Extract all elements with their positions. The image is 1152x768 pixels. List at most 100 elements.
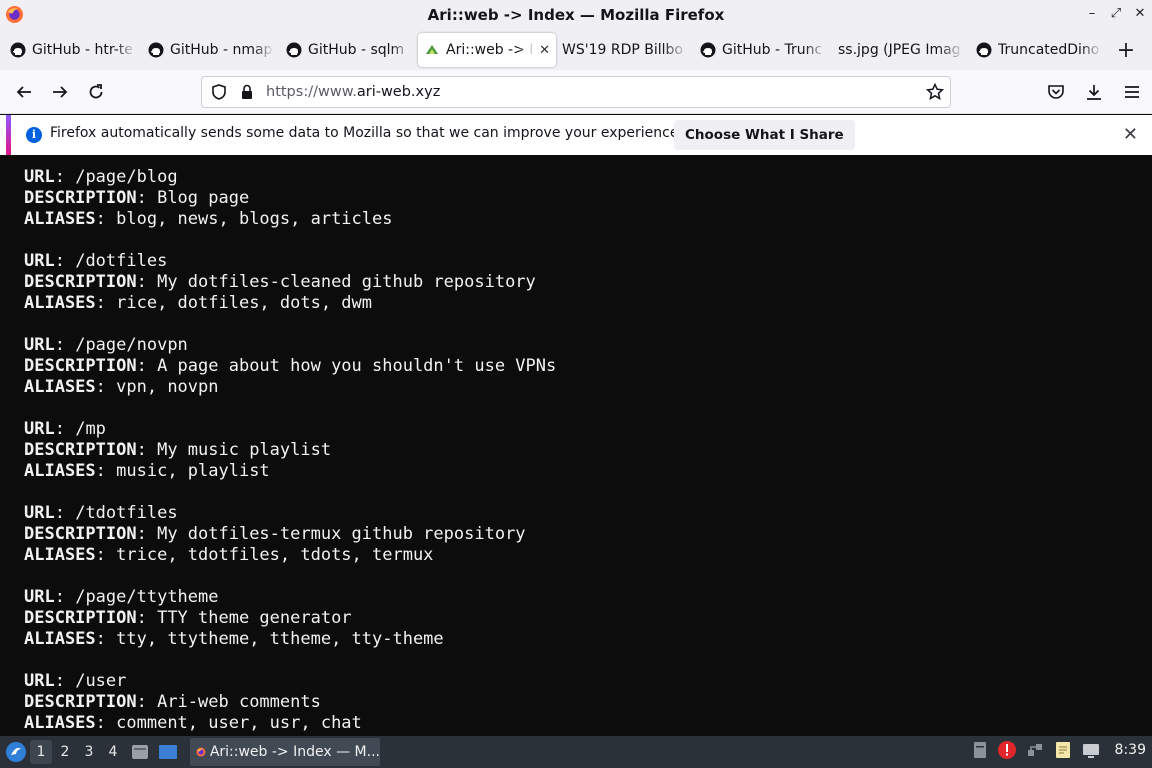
separator: : [95,293,117,313]
aliases-value: vpn, novpn [116,377,219,397]
workspace-2[interactable]: 2 [54,740,76,764]
reload-icon [89,83,103,98]
file-manager-launcher[interactable] [128,740,152,764]
minimize-button[interactable]: – [1086,6,1098,21]
reload-button[interactable] [78,76,114,108]
github-icon [286,42,302,58]
tab-label: GitHub - sqlm [308,42,405,58]
choose-what-i-share-button[interactable]: Choose What I Share [674,120,855,150]
maximize-button[interactable]: ⤢ [1110,6,1122,21]
separator: : [95,713,117,733]
separator: : [54,671,76,691]
aliases-value: music, playlist [116,461,270,481]
pocket-button[interactable] [1046,76,1066,108]
separator: : [95,629,117,649]
separator: : [54,335,76,355]
notes-icon[interactable] [1053,740,1073,760]
tracking-protection-shield-icon[interactable] [210,83,228,101]
lock-icon[interactable] [238,83,256,101]
separator: : [136,608,158,628]
tab-ss-jpg[interactable]: ss.jpg (JPEG Imag [832,33,970,67]
url-text[interactable]: https://www.ari-web.xyz [266,84,440,100]
hamburger-menu-icon [1125,86,1139,98]
separator: : [54,167,76,187]
bookmark-star-icon[interactable] [926,83,944,101]
route-entry: URL: /tdotfiles DESCRIPTION: My dotfiles-… [24,503,1152,566]
close-window-button[interactable]: ✕ [1134,6,1146,21]
description-value: A page about how you shouldn't use VPNs [157,356,557,376]
description-line: DESCRIPTION: My music playlist [24,440,1152,461]
workspace-4[interactable]: 4 [102,740,124,764]
aliases-value: trice, tdotfiles, tdots, termux [116,545,434,565]
system-tray: 8:39 [971,740,1152,760]
tab-github-sqlmap[interactable]: GitHub - sqlm [280,33,418,67]
info-icon: i [26,127,42,143]
url-label: URL [24,503,55,523]
github-icon [10,42,26,58]
url-line: URL: /tdotfiles [24,503,1152,524]
description-value: My dotfiles-termux github repository [157,524,526,544]
alert-icon[interactable] [997,740,1017,760]
url-line: URL: /page/ttytheme [24,587,1152,608]
route-entry: URL: /page/ttytheme DESCRIPTION: TTY them… [24,587,1152,650]
url-label: URL [24,419,55,439]
desktop-taskbar: 1 2 3 4 Ari::web -> Index — M... 8:39 [0,736,1152,768]
separator: : [54,251,76,271]
aliases-line: ALIASES: trice, tdotfiles, tdots, termux [24,545,1152,566]
tab-label: GitHub - Trunc [722,42,823,58]
app-menu-button[interactable] [1122,76,1142,108]
tab-ws19-rdp[interactable]: WS'19 RDP Billbo [556,33,694,67]
close-notification-icon[interactable]: ✕ [1123,124,1138,145]
description-line: DESCRIPTION: A page about how you should… [24,356,1152,377]
tab-github-nmap[interactable]: GitHub - nmap [142,33,280,67]
tab-truncated-dino[interactable]: TruncatedDino [970,33,1108,67]
display-icon[interactable] [1081,740,1101,760]
aliases-value: blog, news, blogs, articles [116,209,393,229]
separator: : [136,272,158,292]
window-titlebar: Ari::web -> Index — Mozilla Firefox – ⤢ … [0,0,1152,30]
route-entry: URL: /page/novpn DESCRIPTION: A page abou… [24,335,1152,398]
show-desktop-launcher[interactable] [156,740,180,764]
url-host: ari-web.xyz [356,84,441,100]
tab-github-trunc[interactable]: GitHub - Trunc [694,33,832,67]
tab-label: TruncatedDino [998,42,1100,58]
aliases-value: comment, user, usr, chat [116,713,362,733]
back-button[interactable] [6,76,42,108]
description-label: DESCRIPTION [24,356,137,376]
tab-ari-web[interactable]: Ari::web -> I ✕ [418,33,556,67]
separator: : [136,524,158,544]
close-tab-icon[interactable]: ✕ [539,43,550,58]
url-value: /user [75,671,127,691]
description-label: DESCRIPTION [24,692,137,712]
github-icon [700,42,716,58]
taskbar-firefox-window[interactable]: Ari::web -> Index — M... [190,738,380,766]
start-menu-icon[interactable] [4,740,28,764]
description-line: DESCRIPTION: My dotfiles-cleaned github … [24,272,1152,293]
route-entry: URL: /page/blog DESCRIPTION: Blog page ALI… [24,167,1152,230]
network-icon[interactable] [1025,740,1045,760]
tab-bar: GitHub - htr-te GitHub - nmap GitHub - s… [0,30,1152,70]
aliases-label: ALIASES [24,629,96,649]
description-line: DESCRIPTION: Blog page [24,188,1152,209]
workspace-1[interactable]: 1 [30,740,52,764]
url-line: URL: /mp [24,419,1152,440]
separator: : [54,587,76,607]
forward-button[interactable] [42,76,78,108]
url-line: URL: /user [24,671,1152,692]
url-bar[interactable]: https://www.ari-web.xyz [201,76,951,108]
aliases-value: rice, dotfiles, dots, dwm [116,293,373,313]
aliases-line: ALIASES: comment, user, usr, chat [24,713,1152,734]
tab-github-htr[interactable]: GitHub - htr-te [4,33,142,67]
url-line: URL: /page/blog [24,167,1152,188]
description-value: My dotfiles-cleaned github repository [157,272,536,292]
new-tab-button[interactable]: + [1114,38,1138,63]
window-title: Ari::web -> Index — Mozilla Firefox [427,6,725,24]
aliases-value: tty, ttytheme, ttheme, tty-theme [116,629,444,649]
url-value: /dotfiles [75,251,168,271]
downloads-button[interactable] [1084,76,1104,108]
description-line: DESCRIPTION: TTY theme generator [24,608,1152,629]
aliases-line: ALIASES: tty, ttytheme, ttheme, tty-them… [24,629,1152,650]
separator: : [95,461,117,481]
clipboard-icon[interactable] [971,740,989,760]
workspace-3[interactable]: 3 [78,740,100,764]
